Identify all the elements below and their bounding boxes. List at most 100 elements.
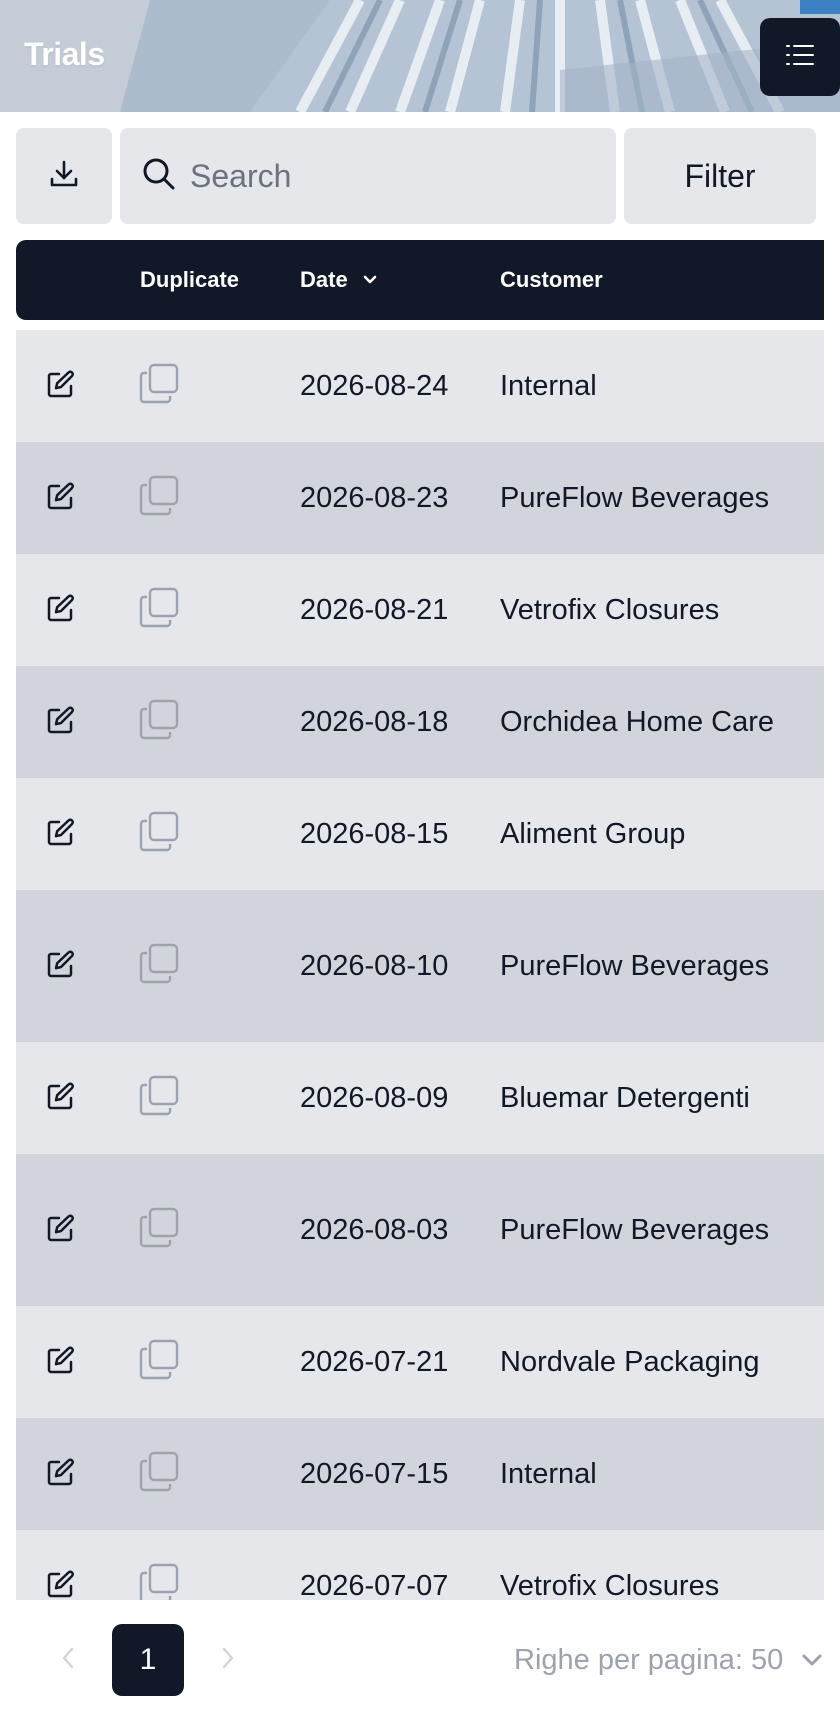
- page-title: Trials: [24, 36, 105, 72]
- copy-icon: [138, 475, 180, 522]
- menu-button[interactable]: [760, 18, 840, 96]
- copy-icon: [138, 1207, 180, 1254]
- table-row: 2026-07-15 Internal: [16, 1418, 824, 1530]
- copy-icon: [138, 1563, 180, 1600]
- duplicate-button[interactable]: [138, 1530, 180, 1600]
- toolbar: Filter: [16, 128, 816, 224]
- edit-button[interactable]: [46, 330, 76, 442]
- row-date: 2026-07-07: [300, 1569, 449, 1601]
- table-row: 2026-08-15 Aliment Group: [16, 778, 824, 890]
- copy-icon: [138, 1075, 180, 1122]
- copy-icon: [138, 1451, 180, 1498]
- edit-icon: [46, 1213, 76, 1248]
- row-customer: Internal: [500, 1457, 597, 1490]
- copy-icon: [138, 1339, 180, 1386]
- row-customer: Internal: [500, 369, 597, 402]
- row-customer: PureFlow Beverages: [500, 949, 770, 982]
- header-banner: Trials: [0, 0, 840, 112]
- table-row: 2026-08-09 Bluemar Detergenti: [16, 1042, 824, 1154]
- row-customer: Orchidea Home Care: [500, 705, 774, 738]
- duplicate-button[interactable]: [138, 330, 180, 442]
- edit-button[interactable]: [46, 890, 76, 1042]
- duplicate-button[interactable]: [138, 778, 180, 890]
- row-date: 2026-07-21: [300, 1345, 449, 1378]
- pagination: 1 Righe per pagina: 50: [0, 1600, 840, 1720]
- column-header-date-label: Date: [300, 267, 348, 292]
- search-input[interactable]: [190, 157, 590, 195]
- chevron-right-icon: [221, 1646, 235, 1675]
- edit-icon: [46, 1457, 76, 1492]
- row-date: 2026-07-15: [300, 1457, 449, 1490]
- row-customer: Nordvale Packaging: [500, 1345, 760, 1378]
- edit-button[interactable]: [46, 1306, 76, 1418]
- row-customer: PureFlow Beverages: [500, 1213, 770, 1246]
- rows-per-page-select[interactable]: Righe per pagina: 50: [514, 1636, 823, 1684]
- banner-image: [0, 0, 840, 112]
- edit-icon: [46, 481, 76, 516]
- rows-per-page-value: 50: [750, 1643, 784, 1676]
- filter-button[interactable]: Filter: [624, 128, 816, 224]
- next-page-button[interactable]: [216, 1638, 240, 1682]
- edit-icon: [46, 1345, 76, 1380]
- row-date: 2026-08-24: [300, 369, 449, 402]
- table-row: 2026-08-03 PureFlow Beverages: [16, 1154, 824, 1306]
- row-date: 2026-08-18: [300, 705, 449, 738]
- row-customer: Aliment Group: [500, 817, 686, 850]
- duplicate-button[interactable]: [138, 1418, 180, 1530]
- copy-icon: [138, 587, 180, 634]
- edit-button[interactable]: [46, 666, 76, 778]
- table-row: 2026-08-10 PureFlow Beverages: [16, 890, 824, 1042]
- table-row: 2026-08-18 Orchidea Home Care: [16, 666, 824, 778]
- copy-icon: [138, 363, 180, 410]
- column-header-date[interactable]: Date: [300, 240, 378, 320]
- duplicate-button[interactable]: [138, 442, 180, 554]
- chevron-down-icon: [801, 1653, 823, 1667]
- download-button[interactable]: [16, 128, 112, 224]
- column-header-duplicate: Duplicate: [140, 267, 240, 292]
- table-row: 2026-07-07 Vetrofix Closures: [16, 1530, 824, 1600]
- duplicate-button[interactable]: [138, 1154, 180, 1306]
- row-date: 2026-08-21: [300, 593, 449, 626]
- duplicate-button[interactable]: [138, 666, 180, 778]
- table-body: 2026-08-24 Internal 2026-08-23 PureFlow …: [16, 330, 824, 1600]
- row-date: 2026-08-15: [300, 817, 449, 850]
- duplicate-button[interactable]: [138, 890, 180, 1042]
- edit-button[interactable]: [46, 554, 76, 666]
- edit-icon: [46, 949, 76, 984]
- edit-button[interactable]: [46, 1154, 76, 1306]
- edit-icon: [46, 593, 76, 628]
- copy-icon: [138, 699, 180, 746]
- download-icon: [49, 159, 79, 194]
- duplicate-button[interactable]: [138, 1306, 180, 1418]
- rows-per-page-label: Righe per pagina:: [514, 1643, 743, 1676]
- edit-button[interactable]: [46, 1530, 76, 1600]
- row-customer: Vetrofix Closures: [500, 1569, 720, 1601]
- row-customer: PureFlow Beverages: [500, 481, 770, 514]
- edit-button[interactable]: [46, 442, 76, 554]
- edit-icon: [46, 705, 76, 740]
- table-row: 2026-08-24 Internal: [16, 330, 824, 442]
- page-button-current[interactable]: 1: [112, 1624, 184, 1696]
- table-row: 2026-07-21 Nordvale Packaging: [16, 1306, 824, 1418]
- edit-icon: [46, 1569, 76, 1601]
- search-box[interactable]: [120, 128, 616, 224]
- prev-page-button[interactable]: [56, 1638, 80, 1682]
- column-header-customer: Customer: [500, 267, 603, 292]
- duplicate-button[interactable]: [138, 554, 180, 666]
- search-icon: [142, 157, 176, 196]
- edit-button[interactable]: [46, 1418, 76, 1530]
- duplicate-button[interactable]: [138, 1042, 180, 1154]
- edit-button[interactable]: [46, 778, 76, 890]
- table-row: 2026-08-23 PureFlow Beverages: [16, 442, 824, 554]
- row-date: 2026-08-03: [300, 1213, 449, 1246]
- copy-icon: [138, 943, 180, 990]
- copy-icon: [138, 811, 180, 858]
- edit-button[interactable]: [46, 1042, 76, 1154]
- row-customer: Vetrofix Closures: [500, 593, 720, 626]
- edit-icon: [46, 817, 76, 852]
- chevron-left-icon: [61, 1646, 75, 1675]
- edit-icon: [46, 369, 76, 404]
- row-date: 2026-08-09: [300, 1081, 449, 1114]
- edit-icon: [46, 1081, 76, 1116]
- row-date: 2026-08-23: [300, 481, 449, 514]
